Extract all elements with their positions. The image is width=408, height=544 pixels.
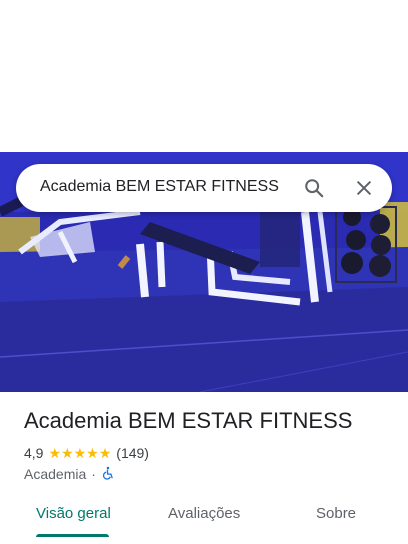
star-icon: ★ bbox=[73, 445, 87, 461]
tab-about[interactable]: Sobre bbox=[316, 505, 356, 522]
star-icon: ★ bbox=[98, 445, 112, 461]
wheelchair-icon[interactable] bbox=[101, 466, 115, 483]
star-rating: ★ ★ ★ ★ ★ bbox=[48, 446, 111, 460]
category-row: Academia · bbox=[24, 466, 115, 482]
search-bar[interactable]: Academia BEM ESTAR FITNESS bbox=[16, 164, 392, 212]
star-icon: ★ bbox=[86, 445, 99, 461]
rating-row[interactable]: 4,9 ★ ★ ★ ★ ★ (149) bbox=[24, 445, 149, 461]
search-icon[interactable] bbox=[300, 174, 328, 202]
search-input[interactable]: Academia BEM ESTAR FITNESS bbox=[40, 178, 279, 196]
star-icon: ★ bbox=[48, 445, 62, 461]
close-icon[interactable] bbox=[350, 174, 378, 202]
reviews-count[interactable]: (149) bbox=[116, 445, 149, 461]
separator-dot: · bbox=[91, 466, 96, 482]
tab-overview[interactable]: Visão geral bbox=[36, 505, 111, 522]
rating-value: 4,9 bbox=[24, 445, 44, 461]
active-tab-indicator bbox=[36, 534, 109, 537]
tab-reviews[interactable]: Avaliações bbox=[168, 505, 240, 522]
star-icon: ★ bbox=[61, 445, 74, 461]
category-label: Academia bbox=[24, 466, 87, 482]
map-blank-area bbox=[0, 0, 408, 152]
place-tabs: Visão geral Avaliações Sobre bbox=[0, 494, 408, 538]
place-title: Academia BEM ESTAR FITNESS bbox=[24, 408, 353, 433]
